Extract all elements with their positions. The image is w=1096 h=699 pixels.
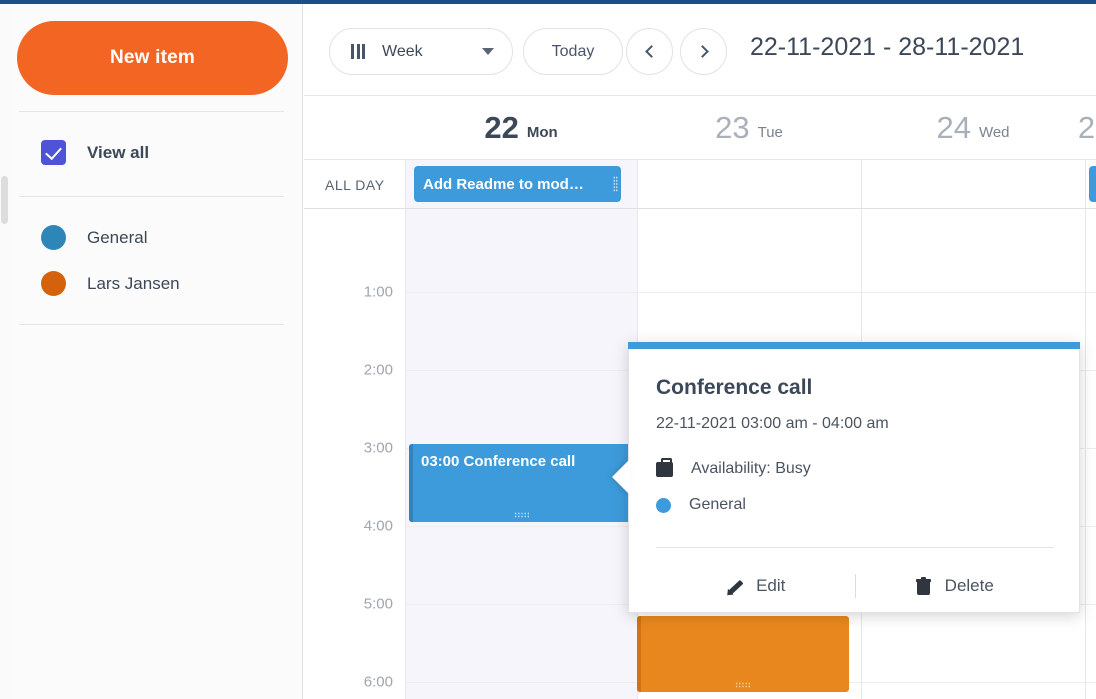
next-week-button[interactable] [680, 28, 727, 75]
view-all-row[interactable]: View all [41, 140, 149, 165]
day-name: Tue [757, 123, 783, 141]
popup-calendar-name: General [689, 496, 746, 513]
time-label: 1:00 [363, 283, 393, 301]
view-all-checkbox[interactable] [41, 140, 66, 165]
all-day-label: ALL DAY [325, 177, 385, 193]
calendar-color-dot [41, 271, 66, 296]
day-number: 23 [715, 110, 750, 145]
time-label: 4:00 [363, 517, 393, 535]
popup-pointer-arrow [612, 459, 630, 495]
page-scrollbar-thumb[interactable] [1, 176, 8, 224]
day-column[interactable] [1085, 209, 1096, 699]
trash-icon [915, 576, 931, 595]
trash-lid [920, 576, 926, 580]
popup-actions: Edit Delete [656, 564, 1054, 608]
event-left-edge [409, 444, 413, 522]
all-day-event[interactable]: Add Readme to mod… [414, 166, 621, 202]
day-name: Wed [978, 123, 1010, 141]
day-header-2[interactable]: 2 [1078, 96, 1096, 159]
time-label: 2:00 [363, 361, 393, 379]
calendar-event[interactable]: 03:00 Conference call [409, 444, 635, 522]
day-number: 22 [484, 110, 519, 145]
sidebar: New item View all General Lars Jansen [0, 4, 303, 699]
all-day-event[interactable] [1089, 166, 1096, 202]
resize-handle[interactable] [613, 176, 618, 192]
calendar-app: New item View all General Lars Jansen We… [0, 0, 1096, 699]
popup-event-datetime: 22-11-2021 03:00 am - 04:00 am [656, 415, 889, 432]
popup-availability-row: Availability: Busy [656, 457, 811, 478]
event-details-popup: Conference call 22-11-2021 03:00 am - 04… [612, 342, 1080, 613]
pencil-icon [725, 578, 742, 595]
top-accent-bar [0, 0, 1096, 4]
day-header-23[interactable]: 23 Tue [637, 96, 861, 159]
delete-button-label: Delete [944, 576, 994, 595]
time-label: 3:00 [363, 439, 393, 457]
sidebar-calendar-lars-jansen[interactable]: Lars Jansen [41, 271, 180, 296]
delete-button[interactable]: Delete [856, 564, 1055, 608]
new-item-button[interactable]: New item [17, 21, 288, 95]
time-label: 6:00 [363, 673, 393, 691]
time-gutter: 1:00 2:00 3:00 4:00 5:00 6:00 [304, 209, 405, 699]
sidebar-calendar-general[interactable]: General [41, 225, 147, 250]
event-left-edge [637, 616, 641, 692]
briefcase-icon [656, 457, 673, 477]
chevron-right-icon [695, 45, 709, 58]
sidebar-divider [19, 111, 284, 112]
calendar-event[interactable] [637, 616, 849, 692]
day-header-22[interactable]: 22 Mon [405, 96, 637, 159]
day-number: 2 [1077, 110, 1096, 145]
sidebar-divider [19, 324, 284, 325]
all-day-row: ALL DAY Add Readme to mod… [304, 159, 1096, 209]
view-selector-dropdown[interactable]: Week [329, 28, 513, 75]
hour-gridline [405, 292, 1096, 293]
popup-availability-text: Availability: Busy [691, 460, 811, 477]
edit-button-label: Edit [756, 576, 786, 595]
resize-handle[interactable] [735, 682, 751, 688]
page-scrollbar-track[interactable] [0, 4, 9, 699]
day-name: Mon [526, 123, 558, 141]
day-number: 24 [936, 110, 971, 145]
columns-icon [351, 44, 365, 59]
popup-event-title: Conference call [656, 376, 813, 399]
calendar-toolbar: Week Today 22-11-2021 - 28-11-2021 [304, 4, 1096, 96]
previous-week-button[interactable] [626, 28, 673, 75]
popup-divider [656, 547, 1054, 548]
today-button[interactable]: Today [523, 28, 623, 75]
event-title: 03:00 Conference call [421, 453, 576, 470]
popup-calendar-row: General [656, 496, 746, 514]
chevron-down-icon [482, 48, 494, 55]
day-header-row: 22 Mon 23 Tue 24 Wed 2 [304, 96, 1096, 159]
sidebar-divider [19, 196, 284, 197]
day-header-24[interactable]: 24 Wed [861, 96, 1085, 159]
calendar-label: Lars Jansen [87, 273, 180, 293]
popup-accent-bar [628, 342, 1080, 349]
view-all-label: View all [87, 142, 150, 162]
view-selector-label: Week [382, 42, 423, 60]
resize-handle[interactable] [514, 512, 530, 518]
today-button-label: Today [551, 42, 595, 60]
chevron-left-icon [644, 45, 658, 58]
calendar-label: General [87, 227, 148, 247]
calendar-color-dot [656, 497, 671, 513]
calendar-color-dot [41, 225, 66, 250]
date-range-label: 22-11-2021 - 28-11-2021 [750, 33, 1025, 61]
all-day-cell[interactable] [861, 160, 1085, 208]
time-label: 5:00 [363, 595, 393, 613]
edit-button[interactable]: Edit [656, 564, 855, 608]
all-day-cell[interactable] [637, 160, 861, 208]
